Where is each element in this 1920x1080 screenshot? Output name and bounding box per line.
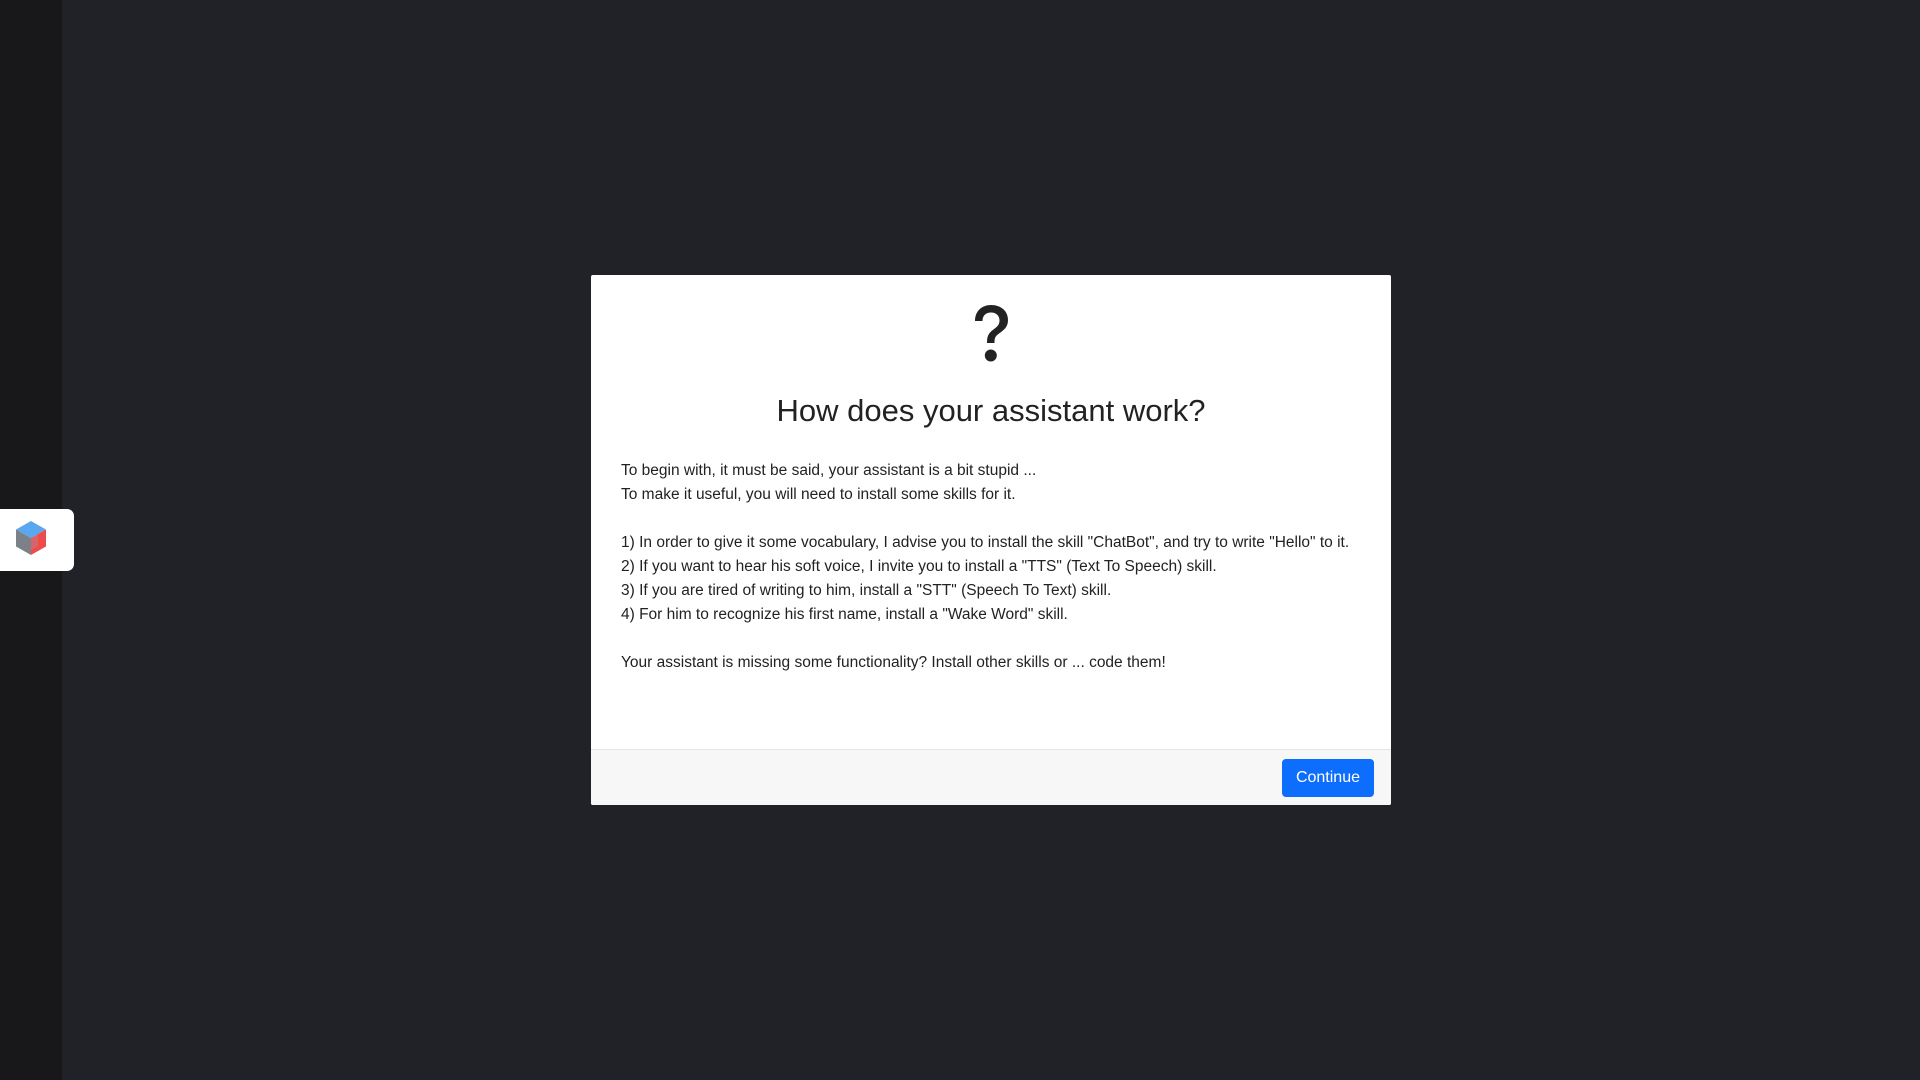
step-item: 4) For him to recognize his first name, … (621, 606, 1068, 623)
help-modal: How does your assistant work? To begin w… (591, 275, 1391, 805)
hexagon-cube-logo-icon (12, 519, 50, 562)
intro-line: To make it useful, you will need to inst… (621, 486, 1016, 503)
modal-footer: Continue (591, 749, 1391, 805)
modal-title: How does your assistant work? (776, 393, 1206, 428)
closing-line: Your assistant is missing some functiona… (621, 654, 1166, 671)
question-mark-icon (975, 305, 1008, 362)
app-logo-tab[interactable] (0, 509, 74, 571)
step-item: 1) In order to give it some vocabulary, … (621, 534, 1350, 551)
modal-body: How does your assistant work? To begin w… (591, 275, 1391, 749)
continue-button[interactable]: Continue (1281, 759, 1374, 797)
intro-line: To begin with, it must be said, your ass… (621, 462, 1037, 479)
modal-text: To begin with, it must be said, your ass… (621, 459, 1361, 675)
step-item: 2) If you want to hear his soft voice, I… (621, 558, 1217, 575)
step-item: 3) If you are tired of writing to him, i… (621, 582, 1112, 599)
